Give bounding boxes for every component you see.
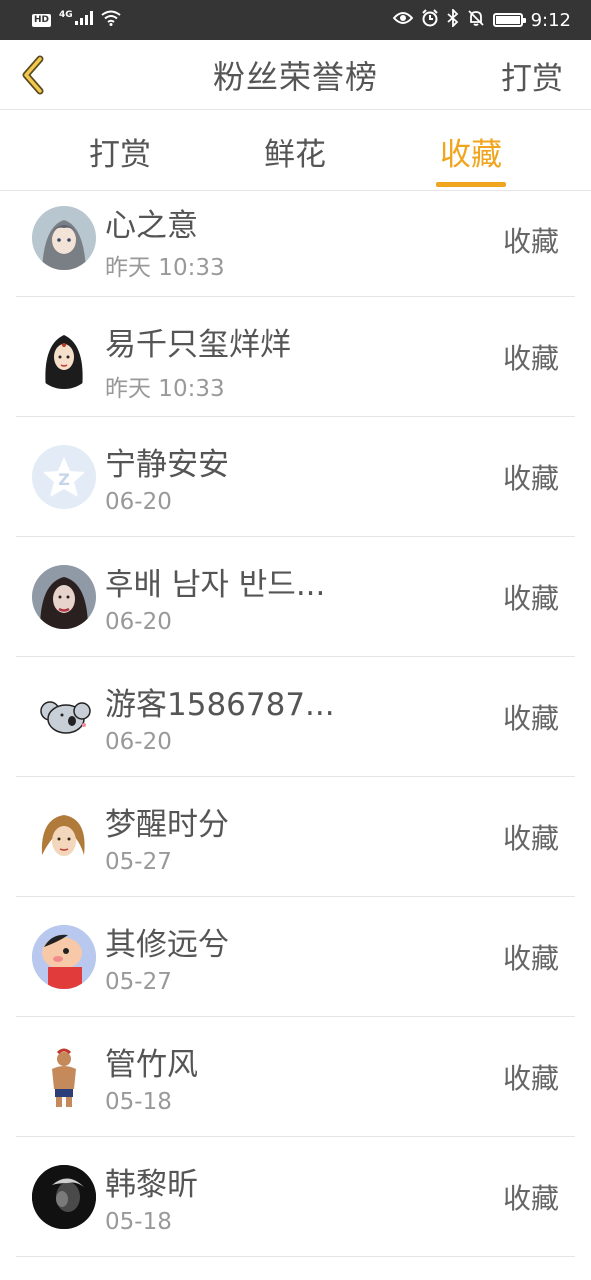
avatar: [32, 925, 96, 989]
avatar: [32, 805, 96, 869]
fan-name: 후배 남자 반드...: [105, 567, 326, 603]
avatar: [32, 1045, 96, 1109]
list-item[interactable]: 其修远兮 05-27 收藏: [16, 897, 575, 1017]
eye-icon: [392, 10, 413, 30]
list-item[interactable]: 후배 남자 반드... 06-20 收藏: [16, 537, 575, 657]
fan-action: 收藏: [502, 822, 559, 855]
avatar: [32, 1165, 96, 1229]
mute-bell-icon: [467, 9, 485, 32]
avatar: [32, 206, 96, 270]
clock: 9:12: [530, 9, 571, 31]
bluetooth-icon: [446, 7, 459, 32]
fan-action: 收藏: [502, 1182, 559, 1215]
fan-name: 韩黎昕: [105, 1167, 198, 1203]
fan-date: 06-20: [105, 489, 172, 515]
svg-text:Z: Z: [58, 470, 70, 489]
status-bar: HD 4G 9:12: [0, 0, 591, 40]
active-tab-indicator: [436, 182, 506, 187]
fan-name: 管竹风: [105, 1047, 198, 1083]
back-button[interactable]: [10, 50, 56, 100]
tab-favorites[interactable]: 收藏: [411, 111, 531, 191]
fan-date: 06-20: [105, 729, 172, 755]
reward-button[interactable]: 打赏: [501, 40, 563, 110]
fan-date: 05-27: [105, 849, 172, 875]
avatar: [32, 565, 96, 629]
fan-name: 宁静安安: [105, 447, 229, 483]
fan-name: 易千只玺烊烊: [105, 327, 291, 363]
fan-action: 收藏: [502, 1062, 559, 1095]
fan-name: 梦醒时分: [105, 807, 229, 843]
avatar: Z: [32, 445, 96, 509]
fan-date: 05-27: [105, 969, 172, 995]
avatar: [32, 325, 96, 389]
tab-bar: 打赏 鲜花 收藏: [0, 111, 591, 191]
fan-date: 昨天 10:33: [105, 376, 225, 402]
fan-name: 其修远兮: [105, 927, 229, 963]
page-title: 粉丝荣誉榜: [212, 57, 378, 96]
wifi-icon: [101, 10, 121, 31]
header: 粉丝荣誉榜 打赏: [0, 40, 591, 110]
fan-list: 心之意 昨天 10:33 收藏 易千只玺烊烊 昨天 10:33 收藏 Z 宁静安…: [0, 192, 591, 1257]
list-item[interactable]: 心之意 昨天 10:33 收藏: [16, 192, 575, 297]
fan-date: 昨天 10:33: [105, 255, 225, 281]
fan-action: 收藏: [502, 702, 559, 735]
fan-date: 06-20: [105, 609, 172, 635]
status-bar-left: HD 4G: [32, 10, 121, 31]
avatar: [32, 685, 96, 749]
list-item[interactable]: 韩黎昕 05-18 收藏: [16, 1137, 575, 1257]
alarm-icon: [421, 8, 439, 32]
status-bar-right: 9:12: [392, 7, 571, 32]
fan-action: 收藏: [502, 582, 559, 615]
fan-name: 心之意: [105, 208, 198, 244]
battery-icon: [492, 13, 526, 27]
fan-name: 游客1586787...: [105, 687, 335, 723]
chevron-left-icon: [22, 55, 44, 95]
fan-action: 收藏: [502, 225, 559, 258]
fan-action: 收藏: [502, 462, 559, 495]
list-item[interactable]: 易千只玺烊烊 昨天 10:33 收藏: [16, 297, 575, 417]
network-type: 4G: [59, 10, 73, 20]
fan-action: 收藏: [502, 942, 559, 975]
list-item[interactable]: 管竹风 05-18 收藏: [16, 1017, 575, 1137]
hd-icon: HD: [32, 13, 52, 27]
list-item[interactable]: 游客1586787... 06-20 收藏: [16, 657, 575, 777]
fan-date: 05-18: [105, 1209, 172, 1235]
list-item[interactable]: Z 宁静安安 06-20 收藏: [16, 417, 575, 537]
signal-icon: [74, 10, 93, 30]
tab-reward[interactable]: 打赏: [60, 111, 180, 191]
tab-flowers[interactable]: 鲜花: [235, 111, 355, 191]
fan-action: 收藏: [502, 342, 559, 375]
fan-date: 05-18: [105, 1089, 172, 1115]
list-item[interactable]: 梦醒时分 05-27 收藏: [16, 777, 575, 897]
